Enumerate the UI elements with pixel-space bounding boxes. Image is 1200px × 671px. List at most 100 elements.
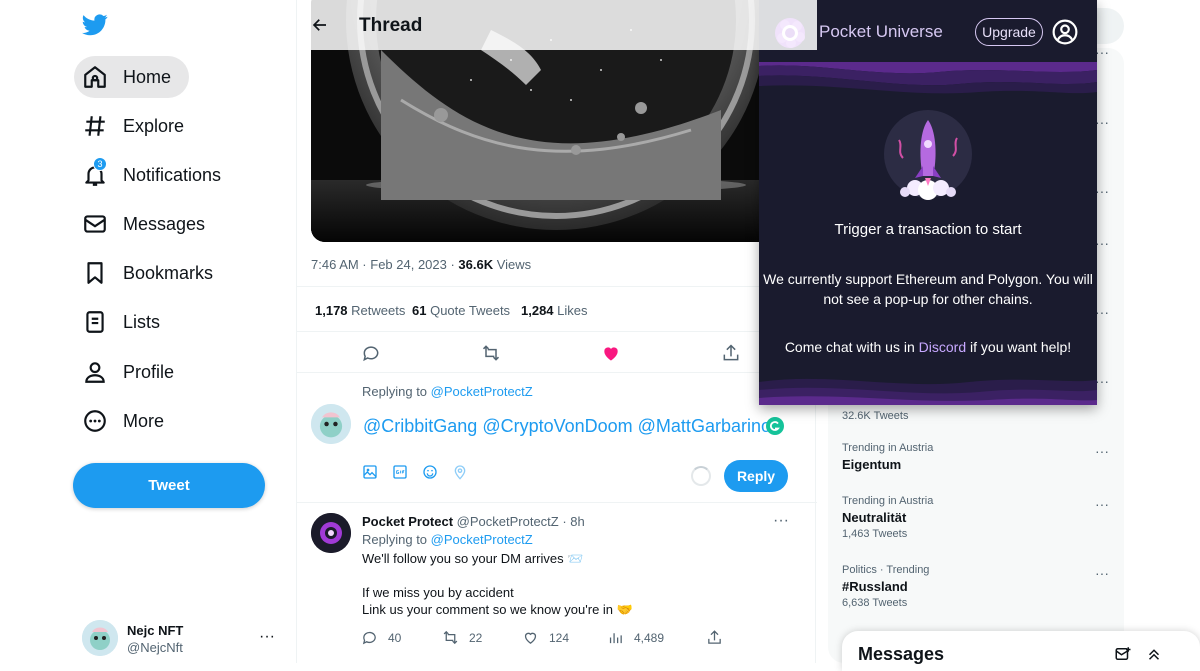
thread-column: Thread 7:46 AM · Feb 24, 2023 · 36.6K Vi… <box>296 0 817 663</box>
retweets-count: 1,178 <box>315 303 348 318</box>
nav-label-bookmarks: Bookmarks <box>123 262 214 283</box>
trend-more-icon[interactable]: ··· <box>1095 44 1109 60</box>
trend-more-icon[interactable]: ··· <box>1095 235 1109 251</box>
gif-icon[interactable] <box>392 464 408 480</box>
nav-bookmarks[interactable]: Bookmarks <box>74 252 231 294</box>
popup-headline: Trigger a transaction to start <box>834 221 1022 238</box>
new-message-icon[interactable] <box>1114 645 1132 663</box>
pocket-universe-popup: Pocket Universe Upgrade Trigger a transa… <box>759 0 1097 405</box>
trend-more-icon[interactable]: ··· <box>1095 114 1109 130</box>
account-name: Nejc NFT <box>127 623 184 638</box>
share-icon <box>708 630 721 644</box>
nav-messages[interactable]: Messages <box>74 203 223 245</box>
replying-prefix: Replying to <box>362 384 431 399</box>
views-count: 36.6K <box>458 257 494 272</box>
reply-replying-prefix: Replying to <box>362 532 431 547</box>
nav-home[interactable]: Home <box>74 56 190 98</box>
reply-author-handle: @PocketProtectZ · 8h <box>453 514 585 529</box>
reply-views-action[interactable]: 4,489 <box>607 629 664 646</box>
retweets-label: Retweets <box>347 303 406 318</box>
reply-button[interactable]: Reply <box>724 460 788 492</box>
discord-link[interactable]: Discord <box>919 339 966 355</box>
account-more-icon[interactable]: ··· <box>259 628 275 646</box>
nav-label-profile: Profile <box>123 361 175 382</box>
reply-likes-count: 124 <box>549 630 570 645</box>
envelope-icon <box>82 211 108 237</box>
list-icon <box>82 309 108 335</box>
trend-item[interactable]: Trending in Austria Eigentum <box>842 442 1112 472</box>
twitter-bird-icon[interactable] <box>82 14 108 40</box>
nav-label-more: More <box>123 410 165 431</box>
reply-likes-action[interactable]: 124 <box>522 629 569 646</box>
reply-views-count: 4,489 <box>634 630 665 645</box>
trend-more-icon[interactable]: ··· <box>1095 373 1109 389</box>
reply-replying-handle[interactable]: @PocketProtectZ <box>431 532 533 547</box>
bookmark-icon <box>82 260 108 286</box>
popup-wave-bottom <box>759 372 1097 405</box>
person-icon <box>82 359 108 385</box>
messages-drawer-title: Messages <box>858 644 945 664</box>
nav-lists[interactable]: Lists <box>74 301 178 343</box>
thread-header: Thread <box>297 0 817 50</box>
emoji-icon[interactable] <box>422 464 438 480</box>
nav-label-explore: Explore <box>123 115 185 136</box>
pocket-protect-avatar[interactable] <box>311 513 351 553</box>
tweet-button[interactable]: Tweet <box>73 463 265 508</box>
nav-label-messages: Messages <box>123 213 206 234</box>
trend-title: #Russland <box>842 579 908 594</box>
reply-replies-action[interactable]: 40 <box>361 629 401 646</box>
likes-stat[interactable]: 1,284 Likes <box>521 303 588 318</box>
bell-icon: 3 <box>82 157 108 188</box>
nav-label-notifications: Notifications <box>123 164 222 185</box>
messages-drawer[interactable]: Messages <box>842 631 1200 671</box>
share-icon[interactable] <box>721 343 741 363</box>
home-icon <box>82 64 108 90</box>
image-icon[interactable] <box>362 464 378 480</box>
nav-more[interactable]: More <box>74 400 182 442</box>
quote-tweets-stat[interactable]: 61 Quote Tweets <box>412 303 510 318</box>
trend-item[interactable]: Politics · Trending #Russland 6,638 Twee… <box>842 564 1112 609</box>
reply-more-icon[interactable]: ··· <box>773 512 789 530</box>
like-heart-icon[interactable] <box>601 343 621 363</box>
chat-prefix: Come chat with us in <box>784 339 919 355</box>
tweet-actions <box>297 333 817 373</box>
chat-suffix: if you want help! <box>966 339 1072 355</box>
account-switcher[interactable]: Nejc NFT @NejcNft ··· <box>82 618 282 658</box>
nav-notifications[interactable]: 3 Notifications <box>74 154 239 196</box>
heart-icon <box>524 632 537 644</box>
quote-tweets-count: 61 <box>412 303 427 318</box>
quote-tweets-label: Quote Tweets <box>426 303 511 318</box>
location-icon[interactable] <box>452 464 468 480</box>
reply-retweets-action[interactable]: 22 <box>442 629 482 646</box>
trend-item[interactable]: 32.6K Tweets <box>842 407 1112 422</box>
reply-compose-input[interactable]: @CribbitGang @CryptoVonDoom @MattGarbari… <box>363 416 771 437</box>
user-profile-icon[interactable] <box>1052 19 1078 45</box>
nav-explore[interactable]: Explore <box>74 105 202 147</box>
trend-count: 6,638 Tweets <box>842 597 908 609</box>
rocket-illustration-icon <box>877 110 979 206</box>
retweet-icon[interactable] <box>481 343 501 363</box>
trend-item[interactable]: Trending in Austria Neutralität 1,463 Tw… <box>842 495 1112 540</box>
replying-handle-link[interactable]: @PocketProtectZ <box>431 384 533 399</box>
trend-more-icon[interactable]: ··· <box>1095 304 1109 320</box>
reply-icon[interactable] <box>361 343 381 363</box>
back-arrow-icon[interactable] <box>311 16 329 34</box>
trend-more-icon[interactable]: ··· <box>1095 183 1109 199</box>
double-chevron-up-icon[interactable] <box>1145 645 1163 663</box>
trend-count: 32.6K Tweets <box>842 410 909 422</box>
trend-context: Politics · Trending <box>842 564 930 576</box>
retweets-stat[interactable]: 1,178 Retweets <box>315 303 405 318</box>
retweet-icon <box>443 630 458 645</box>
tweet-stats: 1,178 Retweets 61 Quote Tweets 1,284 Lik… <box>297 286 817 332</box>
left-navigation: Home Explore 3 Notifications Messages Bo… <box>0 0 296 663</box>
trend-title: Neutralität <box>842 510 907 525</box>
reply-author-name[interactable]: Pocket Protect <box>362 514 453 529</box>
nav-profile[interactable]: Profile <box>74 351 192 393</box>
grammarly-icon[interactable] <box>766 417 784 435</box>
upgrade-button[interactable]: Upgrade <box>975 18 1043 46</box>
tweet-time: 7:46 AM · Feb 24, 2023 · <box>311 257 459 272</box>
reply-share-action[interactable] <box>706 629 733 646</box>
reply-retweets-count: 22 <box>469 630 483 645</box>
notification-badge: 3 <box>93 157 107 171</box>
nav-label-lists: Lists <box>123 311 161 332</box>
